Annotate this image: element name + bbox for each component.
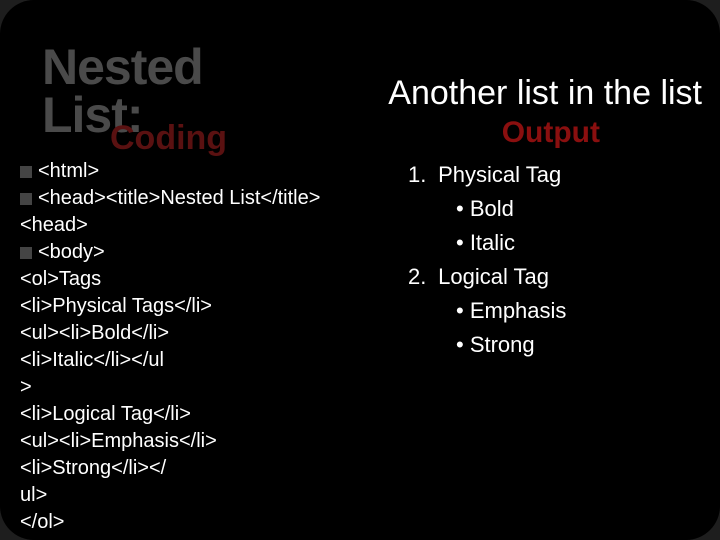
- list-item: • Italic: [408, 226, 566, 260]
- output-column: 1. Physical Tag • Bold • Italic 2. Logic…: [408, 158, 566, 363]
- code-line: <body>: [20, 239, 390, 266]
- list-item: 2. Logical Tag: [408, 260, 566, 294]
- output-heading: Output: [502, 116, 600, 150]
- code-line: <li>Logical Tag</li>: [20, 401, 390, 428]
- list-item: • Strong: [408, 328, 566, 362]
- code-line: <li>Physical Tags</li>: [20, 293, 390, 320]
- code-line: ul>: [20, 482, 390, 509]
- coding-heading: Coding: [110, 119, 227, 158]
- code-line: <ul><li>Bold</li>: [20, 320, 390, 347]
- code-line: <li>Italic</li></ul: [20, 347, 390, 374]
- slide: Nested List: Another list in the list Co…: [0, 0, 720, 540]
- bullet-icon: [20, 193, 32, 205]
- code-line: <html>: [20, 158, 390, 185]
- slide-subtitle: Another list in the list: [388, 74, 702, 113]
- code-line: </body>: [20, 536, 390, 540]
- code-column: <html> <head><title>Nested List</title> …: [20, 158, 390, 540]
- code-line: <ul><li>Emphasis</li>: [20, 428, 390, 455]
- code-line: <head>: [20, 212, 390, 239]
- list-item: • Emphasis: [408, 294, 566, 328]
- code-line: <li>Strong</li></: [20, 455, 390, 482]
- list-item: 1. Physical Tag: [408, 158, 566, 192]
- list-item: • Bold: [408, 192, 566, 226]
- code-line: <ol>Tags: [20, 266, 390, 293]
- code-line: >: [20, 374, 390, 401]
- code-line: </ol>: [20, 509, 390, 536]
- bullet-icon: [20, 166, 32, 178]
- code-line: <head><title>Nested List</title>: [20, 185, 390, 212]
- bullet-icon: [20, 247, 32, 259]
